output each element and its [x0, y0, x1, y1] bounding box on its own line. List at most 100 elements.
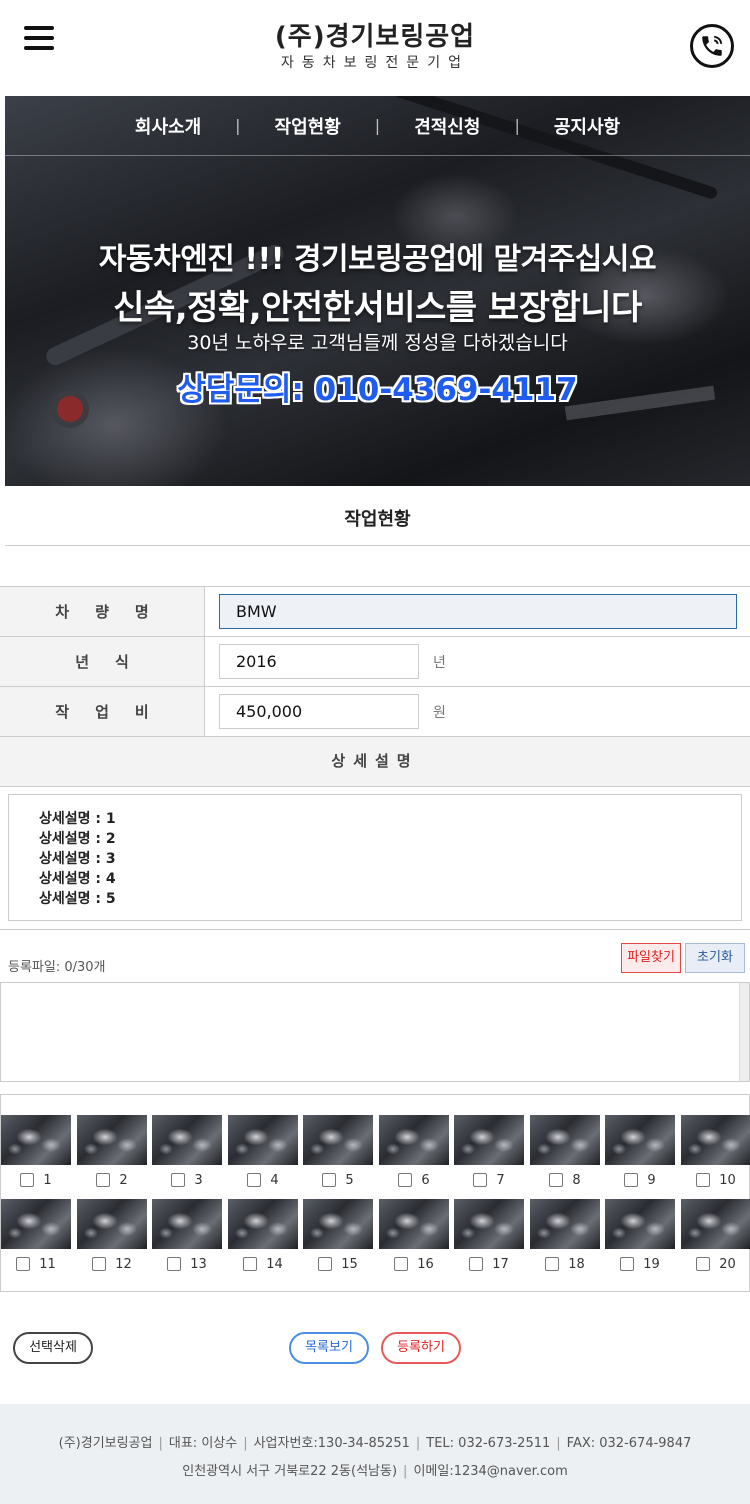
- thumbnail-image[interactable]: [530, 1199, 600, 1249]
- register-button[interactable]: 등록하기: [381, 1332, 461, 1364]
- thumbnail-checkbox-row: 14: [228, 1249, 298, 1279]
- thumbnail-checkbox[interactable]: [322, 1173, 337, 1187]
- thumbnail-checkbox[interactable]: [171, 1173, 186, 1187]
- nav-item-company[interactable]: 회사소개: [101, 113, 235, 139]
- thumbnail-checkbox-row: 1: [1, 1165, 71, 1195]
- thumbnail-checkbox[interactable]: [167, 1257, 182, 1271]
- page-title: 작업현황: [5, 496, 750, 546]
- thumbnail-checkbox[interactable]: [92, 1257, 107, 1271]
- nav-item-estimate[interactable]: 견적신청: [380, 113, 514, 139]
- thumbnail-checkbox-row: 2: [77, 1165, 147, 1195]
- phone-glyph-icon: [702, 35, 723, 56]
- thumbnail-checkbox[interactable]: [469, 1257, 484, 1271]
- nav-item-notice[interactable]: 공지사항: [520, 113, 654, 139]
- thumbnail-checkbox[interactable]: [696, 1173, 711, 1187]
- upload-file-count: 등록파일: 0/30개: [8, 960, 106, 975]
- thumbnail-checkbox[interactable]: [696, 1257, 711, 1271]
- thumbnail-checkbox-row: 6: [379, 1165, 449, 1195]
- thumbnail-image[interactable]: [530, 1115, 600, 1165]
- thumbnail-checkbox[interactable]: [247, 1173, 262, 1187]
- detail-line: 상세설명 : 4: [39, 871, 116, 887]
- thumbnail-image[interactable]: [152, 1115, 222, 1165]
- footer-bizno: 사업자번호:130-34-85251: [253, 1436, 410, 1451]
- thumbnail-number: 14: [266, 1256, 283, 1272]
- vehicle-name-input[interactable]: [219, 594, 737, 629]
- thumbnail-number: 8: [572, 1172, 581, 1188]
- thumbnail-checkbox[interactable]: [624, 1173, 639, 1187]
- thumbnail-image[interactable]: [454, 1199, 524, 1249]
- thumbnail-checkbox[interactable]: [394, 1257, 409, 1271]
- thumbnail-image[interactable]: [77, 1115, 147, 1165]
- detail-line: 상세설명 : 2: [39, 831, 116, 847]
- file-drop-area[interactable]: [0, 982, 750, 1082]
- reset-files-button[interactable]: 초기화: [685, 943, 745, 973]
- cost-unit: 원: [433, 704, 446, 721]
- thumbnail-checkbox-row: 12: [77, 1249, 147, 1279]
- vehicle-label: 차량명: [0, 587, 205, 636]
- thumbnail-checkbox[interactable]: [20, 1173, 35, 1187]
- thumbnail-checkbox-row: 3: [152, 1165, 222, 1195]
- detail-line: 상세설명 : 1: [39, 811, 116, 827]
- view-list-button[interactable]: 목록보기: [289, 1332, 369, 1364]
- thumbnail-image[interactable]: [77, 1199, 147, 1249]
- work-form-table: 차량명 년식 년 작업비 원: [0, 586, 750, 737]
- detail-line: 상세설명 : 5: [39, 891, 116, 907]
- thumbnail-image[interactable]: [681, 1199, 750, 1249]
- thumbnail-item: 14: [228, 1199, 298, 1279]
- thumbnail-checkbox-row: 20: [681, 1249, 750, 1279]
- footer-address-info: 인천광역시 서구 거북로22 2동(석남동) | 이메일:1234@naver.co…: [182, 1464, 568, 1479]
- thumbnail-checkbox[interactable]: [96, 1173, 111, 1187]
- delete-selected-button[interactable]: 선택삭제: [13, 1332, 93, 1364]
- hero-contact-phone[interactable]: 상담문의: 010-4369-4117: [5, 364, 750, 409]
- thumbnail-checkbox-row: 4: [228, 1165, 298, 1195]
- thumbnail-checkbox[interactable]: [545, 1257, 560, 1271]
- thumbnail-checkbox[interactable]: [318, 1257, 333, 1271]
- thumbnail-image[interactable]: [152, 1199, 222, 1249]
- thumbnail-image[interactable]: [1, 1199, 71, 1249]
- thumbnail-image[interactable]: [303, 1199, 373, 1249]
- thumbnail-item: 16: [379, 1199, 449, 1279]
- thumbnail-image[interactable]: [379, 1115, 449, 1165]
- thumbnail-checkbox[interactable]: [243, 1257, 258, 1271]
- drop-area-scrollbar[interactable]: [739, 983, 749, 1081]
- thumbnail-grid: 1 2 3 4 5 6 7 8 9 10 11 12 13 14 15 16 17 18 19 20: [0, 1094, 750, 1292]
- phone-call-icon[interactable]: [690, 24, 734, 68]
- site-logo[interactable]: (주)경기보링공업 자동차보링전문기업: [0, 20, 750, 72]
- thumbnail-checkbox[interactable]: [620, 1257, 635, 1271]
- thumbnail-image[interactable]: [681, 1115, 750, 1165]
- form-row-year: 년식 년: [0, 637, 750, 687]
- year-label: 년식: [0, 637, 205, 686]
- thumbnail-checkbox[interactable]: [398, 1173, 413, 1187]
- thumbnail-image[interactable]: [605, 1115, 675, 1165]
- footer-fax: FAX: 032-674-9847: [566, 1436, 692, 1451]
- thumbnail-checkbox[interactable]: [549, 1173, 564, 1187]
- thumbnail-checkbox-row: 9: [605, 1165, 675, 1195]
- thumbnail-image[interactable]: [454, 1115, 524, 1165]
- footer-company: (주)경기보링공업: [58, 1436, 153, 1451]
- thumbnail-checkbox-row: 11: [1, 1249, 71, 1279]
- thumbnail-item: 20: [681, 1199, 750, 1279]
- thumbnail-image[interactable]: [1, 1115, 71, 1165]
- thumbnail-image[interactable]: [228, 1199, 298, 1249]
- year-input[interactable]: [219, 644, 419, 679]
- thumbnail-item: 17: [454, 1199, 524, 1279]
- hero-headline-2: 신속,정확,안전한서비스를 보장합니다: [113, 288, 642, 328]
- detail-description-textarea[interactable]: 상세설명 : 1 상세설명 : 2 상세설명 : 3 상세설명 : 4 상세설명…: [8, 794, 742, 921]
- hero-banner: 회사소개 | 작업현황 | 견적신청 | 공지사항 자동차엔진 !!! 경기보링…: [5, 96, 750, 486]
- form-row-cost: 작업비 원: [0, 687, 750, 737]
- cost-input[interactable]: [219, 694, 419, 729]
- form-row-vehicle: 차량명: [0, 587, 750, 637]
- thumbnail-image[interactable]: [228, 1115, 298, 1165]
- thumbnail-image[interactable]: [303, 1115, 373, 1165]
- nav-item-work-status[interactable]: 작업현황: [241, 113, 375, 139]
- thumbnail-image[interactable]: [379, 1199, 449, 1249]
- thumbnail-checkbox[interactable]: [16, 1257, 31, 1271]
- main-nav: 회사소개 | 작업현황 | 견적신청 | 공지사항: [5, 96, 750, 156]
- thumbnail-checkbox[interactable]: [473, 1173, 488, 1187]
- thumbnail-number: 10: [719, 1172, 736, 1188]
- thumbnail-image[interactable]: [605, 1199, 675, 1249]
- find-file-button[interactable]: 파일찾기: [621, 943, 681, 973]
- thumbnail-checkbox-row: 13: [152, 1249, 222, 1279]
- detail-description-header: 상세설명: [0, 737, 750, 787]
- thumbnail-checkbox-row: 7: [454, 1165, 524, 1195]
